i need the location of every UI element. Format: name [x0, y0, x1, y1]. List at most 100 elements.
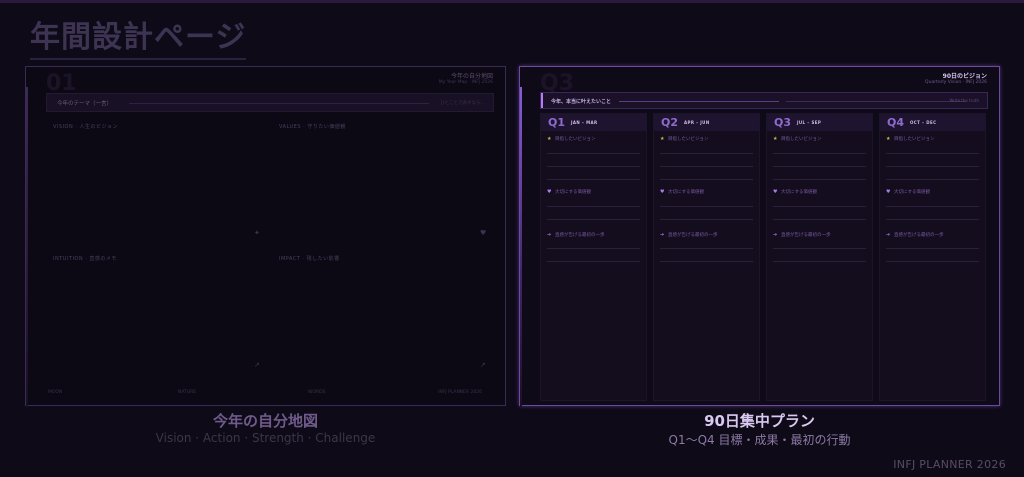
- quarter-column-q1[interactable]: Q1 JAN – MAR ★ 目指したいビジョン ♥ 大切にする価値観 ➔ 直感が告げ…: [540, 113, 647, 401]
- footer-nature: NATURE: [178, 390, 197, 395]
- panel-my-year-map[interactable]: 01 今年の自分地図 My Year Map · INFJ 2026 今年のテー…: [25, 66, 506, 407]
- write-line[interactable]: [886, 153, 979, 154]
- footer-words: WORDS: [308, 390, 326, 395]
- caption-title: 今年の自分地図: [212, 412, 318, 430]
- theme-input[interactable]: 今年のテーマ（一言） ひとことで表すなら…: [46, 93, 494, 112]
- write-line[interactable]: [660, 248, 753, 249]
- star-icon: ★: [773, 136, 778, 142]
- caption-subtitle: Q1〜Q4 目標・成果・最初の行動: [668, 433, 851, 447]
- section-values: ♥ 大切にする価値観: [886, 189, 931, 195]
- quarter-header: Q3 JUL – SEP: [767, 114, 872, 131]
- panel-accent-line: [26, 87, 28, 407]
- page-title: 年間設計ページ: [30, 12, 247, 60]
- write-line[interactable]: [886, 219, 979, 220]
- quarter-range: APR – JUN: [684, 120, 710, 125]
- goal-input[interactable]: 今年、本当に叶えたいこと Write the truth: [540, 92, 988, 109]
- theme-placeholder: ひとことで表すなら…: [440, 101, 485, 106]
- write-line[interactable]: [886, 206, 979, 207]
- theme-label: 今年のテーマ（一言）: [57, 101, 113, 107]
- write-line[interactable]: [547, 206, 640, 207]
- panel-title: 90日のビジョン: [942, 73, 987, 80]
- write-line[interactable]: [660, 261, 753, 262]
- star-icon: ★: [886, 136, 891, 142]
- sparkle-icon: ✦: [254, 229, 260, 237]
- quarter-number: Q3: [774, 116, 792, 129]
- section-first-step: ➔ 直感が告げる最初の一歩: [547, 232, 605, 238]
- quadrant-vision-label: VISION · 人生のビジョン: [53, 124, 118, 130]
- write-line[interactable]: [660, 153, 753, 154]
- arrow-icon: ➔: [660, 232, 665, 238]
- write-line[interactable]: [773, 219, 866, 220]
- heart-icon: ♥: [886, 189, 891, 195]
- arrow-icon: ➔: [773, 232, 778, 238]
- section-first-step: ➔ 直感が告げる最初の一歩: [660, 232, 718, 238]
- footer-moon: MOON: [48, 390, 63, 395]
- caption-90-day-plan: 90日集中プラン Q1〜Q4 目標・成果・最初の行動: [519, 410, 1000, 448]
- footer-brand: INFJ PLANNER 2026: [438, 390, 483, 395]
- caption-title: 90日集中プラン: [704, 412, 815, 430]
- write-line[interactable]: [773, 166, 866, 167]
- write-line[interactable]: [773, 206, 866, 207]
- panel-title: 今年の自分地図: [450, 73, 493, 80]
- quarter-number: Q2: [661, 116, 679, 129]
- quarter-header: Q1 JAN – MAR: [541, 114, 646, 131]
- write-line[interactable]: [547, 153, 640, 154]
- write-line[interactable]: [886, 261, 979, 262]
- section-values: ♥ 大切にする価値観: [547, 189, 592, 195]
- caption-my-year-map: 今年の自分地図 Vision · Action · Strength · Cha…: [25, 410, 506, 445]
- section-first-step: ➔ 直感が告げる最初の一歩: [886, 232, 944, 238]
- heart-icon: ♥: [773, 189, 778, 195]
- write-line[interactable]: [547, 248, 640, 249]
- quarter-column-q3[interactable]: Q3 JUL – SEP ★ 目指したいビジョン ♥ 大切にする価値観 ➔ 直感が告げ…: [766, 113, 873, 401]
- panel-quarterly-vision[interactable]: Q3 90日のビジョン Quarterly Vision · INFJ 2026…: [519, 66, 1000, 407]
- quadrant-impact-label: IMPACT · 残したい影響: [279, 256, 340, 262]
- write-line[interactable]: [773, 248, 866, 249]
- quarter-range: JUL – SEP: [797, 120, 822, 125]
- write-line[interactable]: [660, 206, 753, 207]
- goal-line: [786, 101, 966, 102]
- section-first-step: ➔ 直感が告げる最初の一歩: [773, 232, 831, 238]
- caption-subtitle: Vision · Action · Strength · Challenge: [155, 431, 376, 445]
- write-line[interactable]: [660, 219, 753, 220]
- quadrant-intuition-label: INTUITION · 直感のメモ: [53, 256, 117, 262]
- section-vision: ★ 目指したいビジョン: [547, 136, 596, 142]
- quarter-column-q4[interactable]: Q4 OCT – DEC ★ 目指したいビジョン ♥ 大切にする価値観 ➔ 直感が告げ…: [879, 113, 986, 401]
- star-icon: ★: [547, 136, 552, 142]
- write-line[interactable]: [886, 248, 979, 249]
- quarter-column-q2[interactable]: Q2 APR – JUN ★ 目指したいビジョン ♥ 大切にする価値観 ➔ 直感が告げ…: [653, 113, 760, 401]
- arrow-icon: ↗: [480, 361, 486, 369]
- panel-subtitle: Quarterly Vision · INFJ 2026: [925, 80, 987, 85]
- goal-line: [619, 101, 779, 102]
- goal-label: 今年、本当に叶えたいこと: [551, 99, 612, 105]
- quarter-range: JAN – MAR: [571, 120, 598, 125]
- quarter-header: Q4 OCT – DEC: [880, 114, 985, 131]
- goal-accent: [541, 93, 543, 108]
- arrow-icon: ➔: [547, 232, 552, 238]
- quarter-header: Q2 APR – JUN: [654, 114, 759, 131]
- section-vision: ★ 目指したいビジョン: [886, 136, 935, 142]
- write-line[interactable]: [660, 179, 753, 180]
- quadrant-values-label: VALUES · 守りたい価値観: [279, 124, 346, 130]
- write-line[interactable]: [547, 261, 640, 262]
- theme-line: [129, 103, 429, 104]
- arrow-icon: ➔: [886, 232, 891, 238]
- write-line[interactable]: [547, 179, 640, 180]
- goal-placeholder: Write the truth: [949, 98, 979, 103]
- write-line[interactable]: [547, 219, 640, 220]
- write-line[interactable]: [886, 179, 979, 180]
- write-line[interactable]: [773, 153, 866, 154]
- section-vision: ★ 目指したいビジョン: [773, 136, 822, 142]
- heart-icon: ♥: [480, 229, 487, 237]
- section-values: ♥ 大切にする価値観: [660, 189, 705, 195]
- write-line[interactable]: [773, 179, 866, 180]
- panel-subtitle: My Year Map · INFJ 2026: [438, 80, 493, 85]
- heart-icon: ♥: [547, 189, 552, 195]
- write-line[interactable]: [547, 166, 640, 167]
- write-line[interactable]: [886, 166, 979, 167]
- quarter-number: Q1: [548, 116, 566, 129]
- brand-footer: INFJ PLANNER 2026: [893, 458, 1006, 471]
- write-line[interactable]: [773, 261, 866, 262]
- section-vision: ★ 目指したいビジョン: [660, 136, 709, 142]
- write-line[interactable]: [660, 166, 753, 167]
- quarter-range: OCT – DEC: [910, 120, 937, 125]
